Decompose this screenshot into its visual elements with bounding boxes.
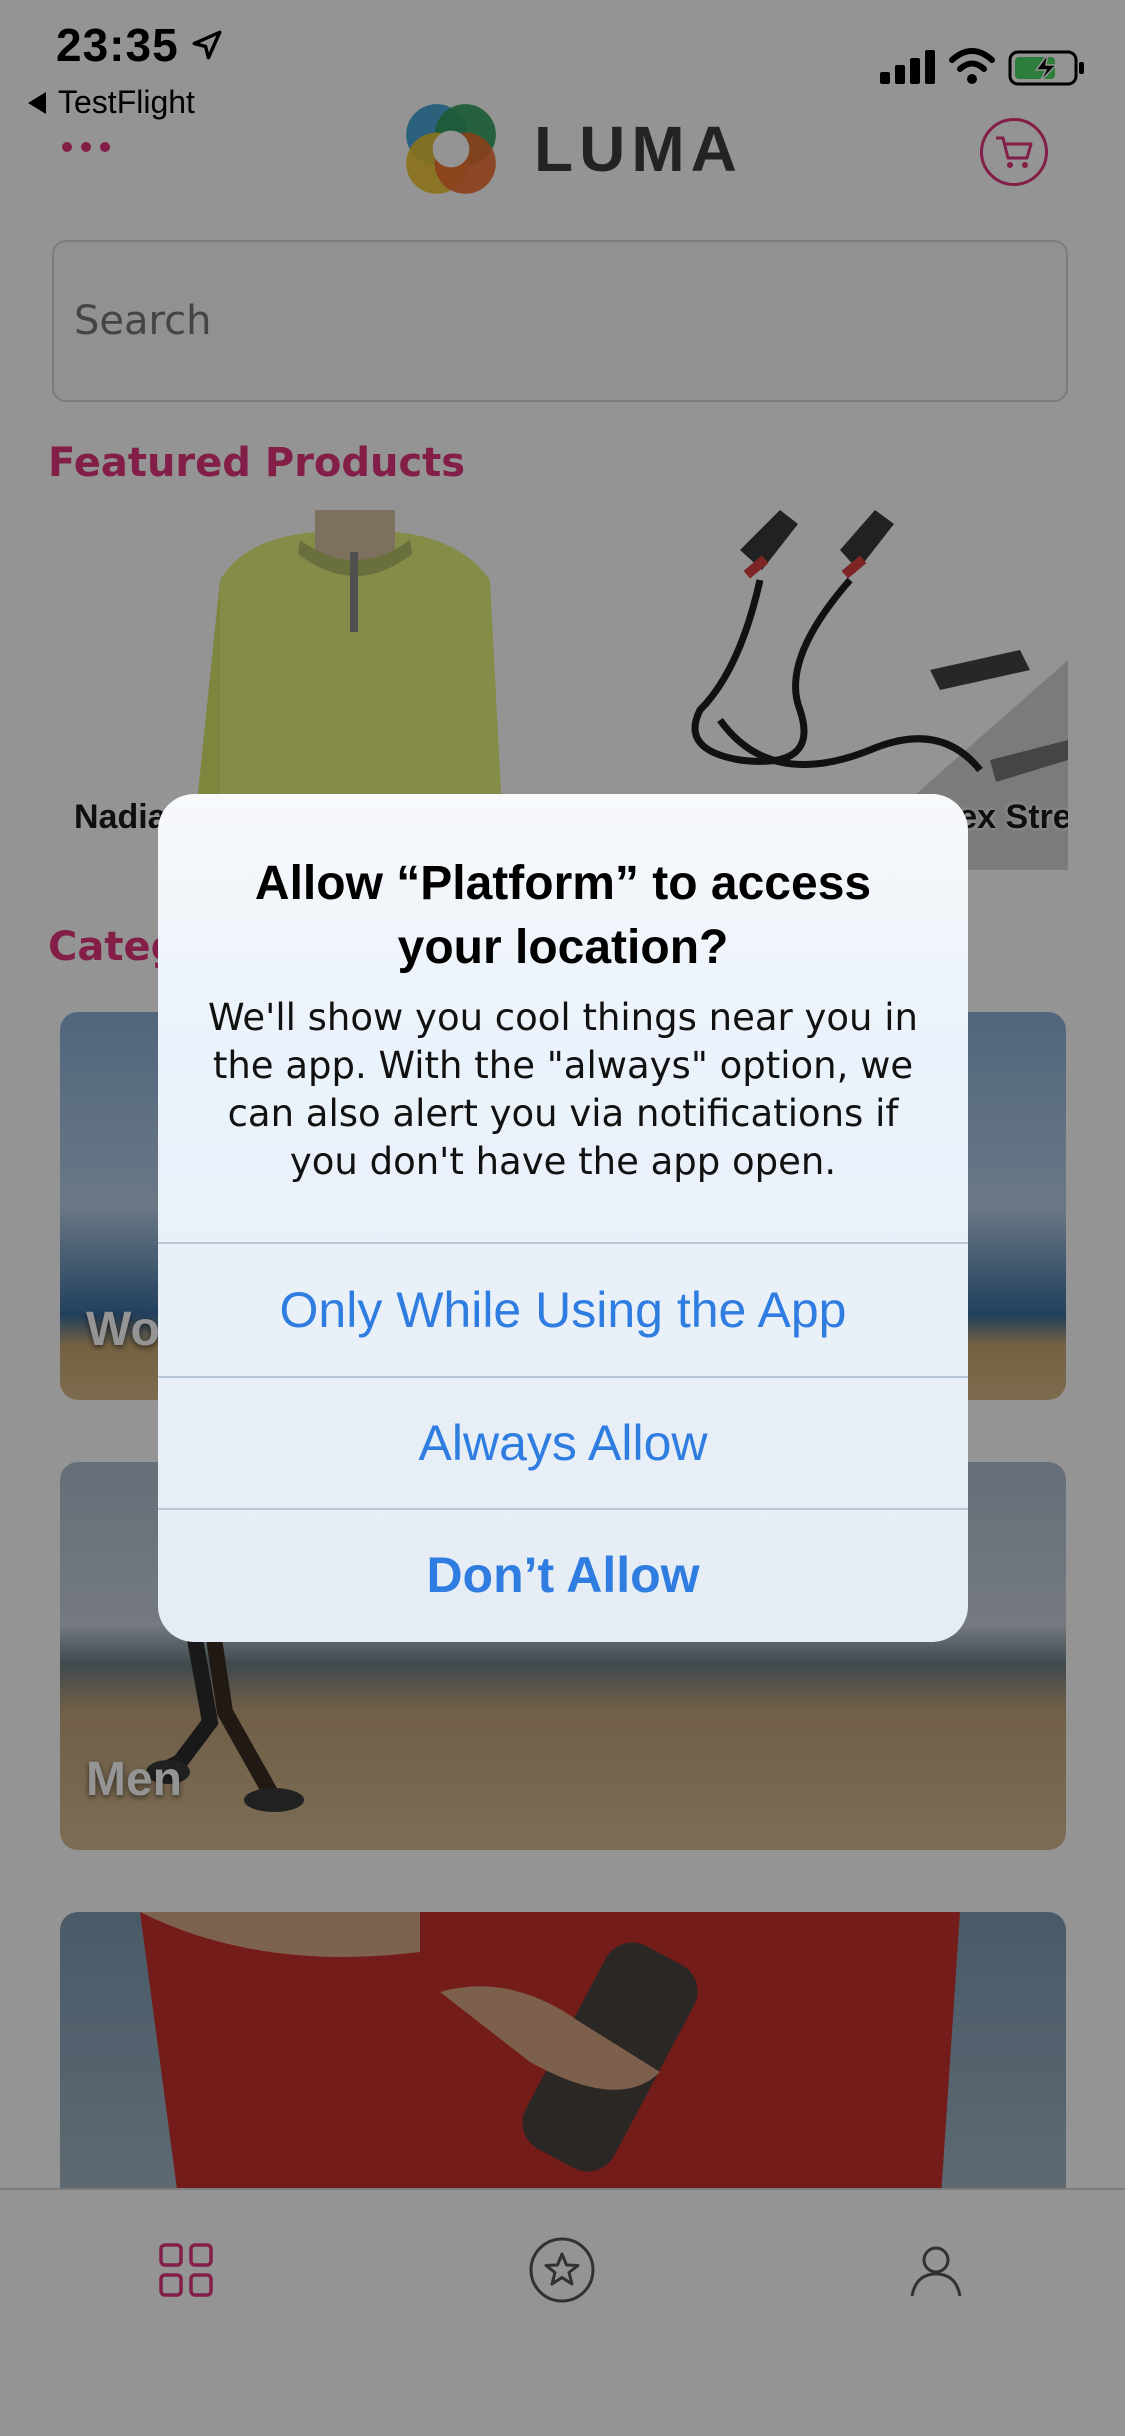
allow-while-using-button[interactable]: Only While Using the App bbox=[158, 1242, 968, 1376]
app-screen: 23:35 TestFlight LUMA Search Featured Pr… bbox=[0, 0, 1125, 2436]
location-permission-alert: Allow “Platform” to access your location… bbox=[158, 794, 968, 1642]
alert-title: Allow “Platform” to access your location… bbox=[254, 857, 872, 974]
alert-message: We'll show you cool things near you in t… bbox=[207, 996, 918, 1183]
dont-allow-button[interactable]: Don’t Allow bbox=[158, 1508, 968, 1640]
always-allow-button[interactable]: Always Allow bbox=[158, 1376, 968, 1508]
alert-body: Allow “Platform” to access your location… bbox=[158, 794, 968, 1242]
